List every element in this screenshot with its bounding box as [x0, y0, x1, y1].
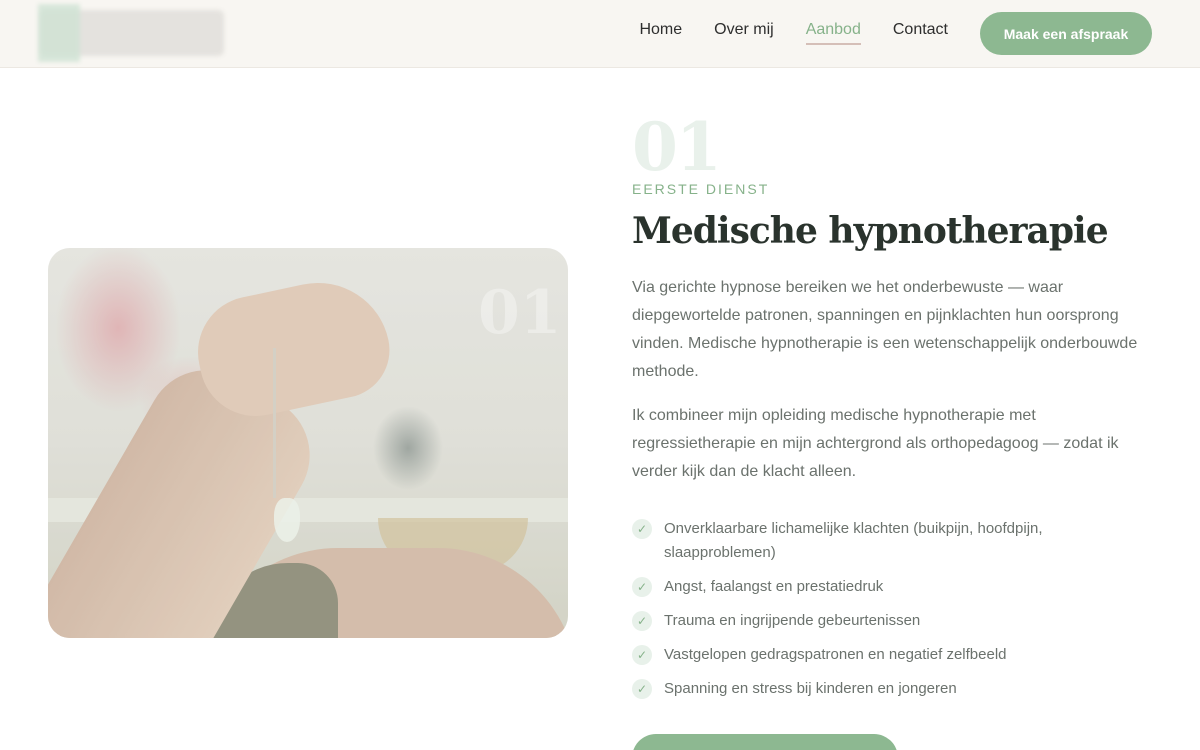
feature-item: ✓ Onverklaarbare lichamelijke klachten (… — [632, 517, 1152, 565]
check-icon: ✓ — [632, 611, 652, 631]
nav-item-contact[interactable]: Contact — [893, 21, 948, 45]
check-icon: ✓ — [632, 679, 652, 699]
service-photo: 01 — [48, 248, 568, 638]
main-nav: Home Over mij Aanbod Contact — [639, 21, 948, 45]
service-paragraph-1: Via gerichte hypnose bereiken we het ond… — [632, 279, 1138, 380]
nav-item-home[interactable]: Home — [639, 21, 682, 45]
nav-item-aanbod[interactable]: Aanbod — [805, 21, 861, 45]
service-number: 01 — [632, 108, 722, 186]
site-header: Home Over mij Aanbod Contact Maak een af… — [0, 0, 1200, 68]
logo-mark — [38, 4, 80, 62]
feature-text: Trauma en ingrijpende gebeurtenissen — [664, 612, 921, 629]
check-icon: ✓ — [632, 645, 652, 665]
service-cta-button[interactable] — [632, 734, 898, 750]
feature-item: ✓ Spanning en stress bij kinderen en jon… — [632, 677, 1152, 701]
feature-item: ✓ Angst, faalangst en prestatiedruk — [632, 575, 1152, 599]
feature-text: Onverklaarbare lichamelijke klachten (bu… — [664, 520, 1043, 561]
service-title: Medische hypnotherapie — [632, 210, 1109, 252]
feature-text: Vastgelopen gedragspatronen en negatief … — [664, 646, 1007, 663]
feature-text: Angst, faalangst en prestatiedruk — [664, 578, 884, 595]
service-eyebrow: EERSTE DIENST — [632, 181, 770, 197]
feature-item: ✓ Vastgelopen gedragspatronen en negatie… — [632, 643, 1152, 667]
feature-text: Spanning en stress bij kinderen en jonge… — [664, 680, 957, 697]
check-icon: ✓ — [632, 519, 652, 539]
check-icon: ✓ — [632, 577, 652, 597]
feature-item: ✓ Trauma en ingrijpende gebeurtenissen — [632, 609, 1152, 633]
service-paragraph-2: Ik combineer mijn opleiding medische hyp… — [632, 407, 1119, 480]
nav-item-over-mij[interactable]: Over mij — [714, 21, 774, 45]
service-feature-list: ✓ Onverklaarbare lichamelijke klachten (… — [632, 517, 1152, 711]
book-appointment-button[interactable]: Maak een afspraak — [980, 12, 1152, 55]
photo-watermark-number: 01 — [478, 278, 562, 348]
